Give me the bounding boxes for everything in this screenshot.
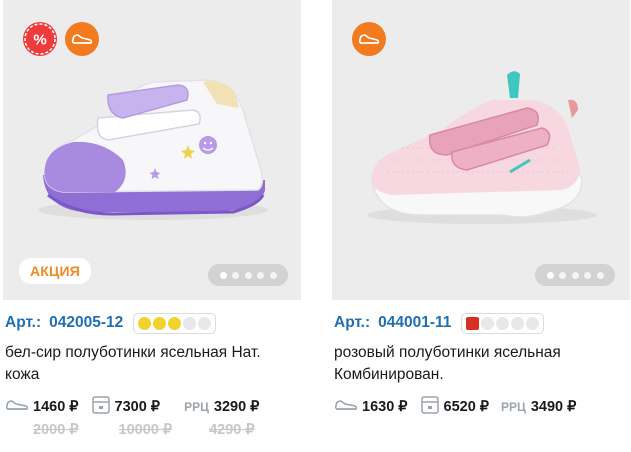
stock-dot [153,316,167,330]
box-price: 7300 ₽ [114,399,161,415]
box-price: 6520 ₽ [443,399,490,415]
stock-dot [138,316,152,330]
stock-dot [496,316,510,330]
carousel-dot[interactable] [596,271,604,279]
stock-dot [481,316,495,330]
box-price-old: 10000 ₽ [118,422,173,438]
article-row: Арт.: 044001-11 [334,312,545,334]
carousel-dot[interactable] [244,271,252,279]
box-price-column: 6520 ₽ [420,395,490,420]
article-row: Арт.: 042005-12 [5,312,217,334]
box-icon [420,395,440,420]
rrc-price: 3290 ₽ [213,399,260,415]
carousel-dot[interactable] [219,271,227,279]
product-title-line: розовый полуботинки ясельная [334,344,561,361]
stock-indicator [133,312,217,334]
stock-dot [511,316,525,330]
promo-tag: АКЦИЯ [19,258,92,284]
shoe-icon [352,22,386,56]
carousel-dot[interactable] [269,271,277,279]
stock-dot [466,316,480,330]
price-row: 1460 ₽ 2000 ₽ 7300 ₽ 10000 ₽ РРЦ 3290 ₽ … [5,395,271,438]
product-title[interactable]: розовый полуботинки ясельная Комбинирова… [334,342,624,386]
rrc-price: 3490 ₽ [530,399,577,415]
photo-carousel-dots[interactable] [208,264,288,286]
photo-carousel-dots[interactable] [535,264,615,286]
rrc-price-old: 4290 ₽ [209,422,255,438]
stock-indicator [461,312,545,334]
pair-price-column: 1460 ₽ 2000 ₽ [5,396,79,438]
price-row: 1630 ₽ 6520 ₽ РРЦ 3490 ₽ [334,395,588,420]
stock-dot [198,316,212,330]
svg-text:%: % [33,32,46,49]
product-card[interactable]: Арт.: 044001-11 розовый полуботинки ясел… [332,0,630,452]
pair-price-old: 2000 ₽ [33,422,79,438]
article-label: Арт.: [5,314,42,331]
percent-icon: % [23,22,57,56]
shoe-icon [334,398,358,417]
rrc-label: РРЦ [501,400,526,414]
carousel-dot[interactable] [584,271,591,279]
carousel-dot[interactable] [559,271,566,279]
shoe-icon [65,22,99,56]
rrc-label: РРЦ [184,400,209,414]
stock-dot [526,316,540,330]
product-title-line: Комбинирован. [334,366,444,383]
article-number[interactable]: 042005-12 [49,314,123,332]
stock-dot [168,316,182,330]
carousel-dot[interactable] [232,271,239,279]
product-title-line: бел-сир полуботинки ясельная Нат. [5,344,261,361]
product-title[interactable]: бел-сир полуботинки ясельная Нат. кожа [5,342,295,386]
product-photo[interactable] [332,0,630,300]
article-label: Арт.: [334,314,371,331]
product-photo[interactable]: % АКЦИЯ [3,0,301,300]
pair-price-column: 1630 ₽ [334,396,408,418]
box-icon [91,395,111,420]
product-title-line: кожа [5,366,40,383]
article-number[interactable]: 044001-11 [378,314,451,332]
pair-price: 1630 ₽ [362,399,408,415]
box-price-column: 7300 ₽ 10000 ₽ [91,395,173,438]
pair-price: 1460 ₽ [33,399,79,415]
stock-dot [183,316,197,330]
carousel-dot[interactable] [571,271,579,279]
rrc-price-column: РРЦ 3490 ₽ [501,396,576,418]
product-card[interactable]: % АКЦИЯ Арт.: 042005-12 бел-сир полуботи… [3,0,301,452]
rrc-price-column: РРЦ 3290 ₽ 4290 ₽ [184,396,259,438]
carousel-dot[interactable] [257,271,264,279]
shoe-icon [5,398,29,417]
carousel-dot[interactable] [546,271,554,279]
